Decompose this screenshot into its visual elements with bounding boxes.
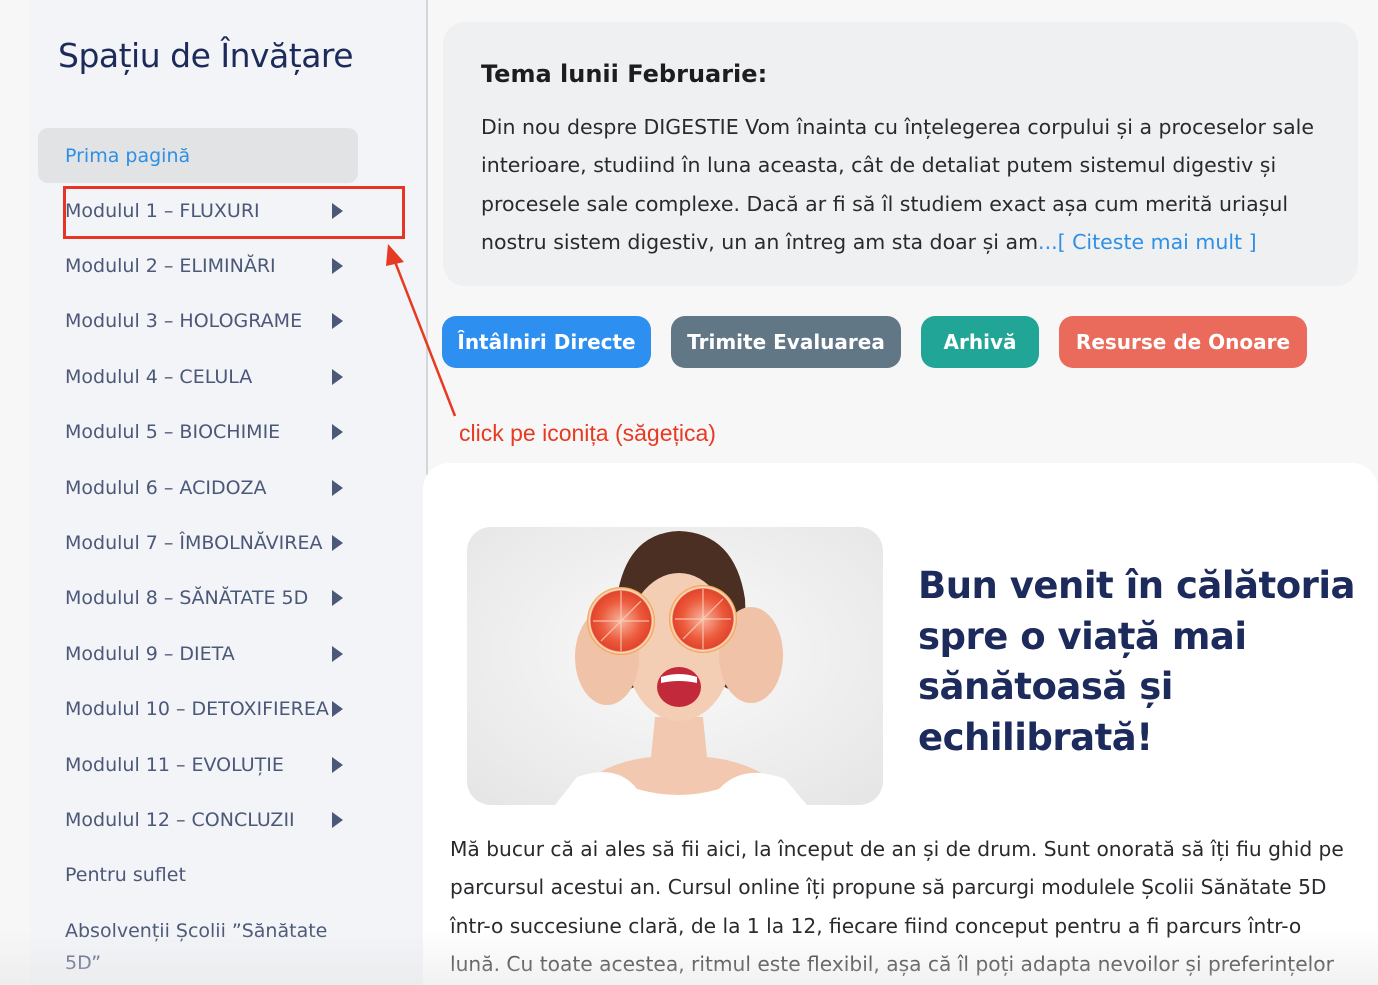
- caret-right-icon[interactable]: [332, 756, 343, 773]
- sidebar-item-label: Absolvenții Școlii ”Sănătate 5D”: [65, 920, 328, 975]
- sidebar-item-label: Pentru suflet: [65, 864, 186, 887]
- hero-image: [467, 527, 883, 805]
- sidebar-item-module-11[interactable]: Modulul 11 – EVOLUȚIE: [38, 737, 358, 792]
- sidebar-item-label: Modulul 5 – BIOCHIMIE: [65, 421, 281, 444]
- sidebar-item-module-10[interactable]: Modulul 10 – DETOXIFIEREA: [38, 682, 358, 737]
- read-more-link[interactable]: ...[ Citeste mai mult ]: [1038, 230, 1257, 254]
- sidebar-item-home[interactable]: Prima pagină: [38, 128, 358, 183]
- page: Spațiu de Învățare Prima pagină Modulul …: [0, 0, 1378, 985]
- caret-right-icon[interactable]: [332, 313, 343, 330]
- sidebar-item-label: Modulul 6 – ACIDOZA: [65, 476, 267, 499]
- archive-button[interactable]: Arhivă: [921, 316, 1039, 368]
- sidebar-item-module-3[interactable]: Modulul 3 – HOLOGRAME: [38, 294, 358, 349]
- caret-right-icon[interactable]: [332, 645, 343, 662]
- welcome-card: Bun venit în călătoria spre o viață mai …: [423, 463, 1378, 985]
- sidebar-item-label: Modulul 8 – SĂNĂTATE 5D: [65, 587, 309, 610]
- meetings-button[interactable]: Întâlniri Directe: [442, 316, 651, 368]
- sidebar-item-module-5[interactable]: Modulul 5 – BIOCHIMIE: [38, 405, 358, 460]
- caret-right-icon[interactable]: [332, 535, 343, 552]
- sidebar-item-module-2[interactable]: Modulul 2 – ELIMINĂRI: [38, 238, 358, 293]
- sidebar-item-module-6[interactable]: Modulul 6 – ACIDOZA: [38, 460, 358, 515]
- welcome-heading: Bun venit în călătoria spre o viață mai …: [918, 564, 1356, 759]
- sidebar-item-label: Modulul 7 – ÎMBOLNĂVIREA: [65, 532, 323, 555]
- annotation-text: click pe iconița (săgețica): [459, 420, 716, 446]
- theme-title: Tema lunii Februarie:: [481, 60, 768, 88]
- sidebar-item-label: Modulul 4 – CELULA: [65, 365, 253, 388]
- sidebar-nav: Prima pagină Modulul 1 – FLUXURI Modulul…: [38, 128, 358, 975]
- caret-right-icon[interactable]: [332, 258, 343, 275]
- intro-paragraph: Mă bucur că ai ales să fii aici, la înce…: [450, 837, 1344, 976]
- caret-right-icon[interactable]: [332, 368, 343, 385]
- caret-right-icon[interactable]: [332, 479, 343, 496]
- sidebar-item-module-4[interactable]: Modulul 4 – CELULA: [38, 349, 358, 404]
- sidebar-item-label: Modulul 11 – EVOLUȚIE: [65, 753, 284, 776]
- monthly-theme-card: Tema lunii Februarie: Din nou despre DIG…: [443, 22, 1358, 286]
- sidebar-item-label: Prima pagină: [65, 144, 191, 167]
- sidebar-item-label: Modulul 2 – ELIMINĂRI: [65, 255, 276, 278]
- sidebar-title: Spațiu de Învățare: [58, 36, 354, 75]
- theme-text: Din nou despre DIGESTIE Vom înainta cu î…: [481, 108, 1341, 261]
- caret-right-icon[interactable]: [332, 811, 343, 828]
- sidebar-item-label: Modulul 12 – CONCLUZII: [65, 808, 295, 831]
- resources-button[interactable]: Resurse de Onoare: [1059, 316, 1307, 368]
- sidebar-item-label: Modulul 10 – DETOXIFIEREA: [65, 698, 329, 721]
- sidebar-item-module-8[interactable]: Modulul 8 – SĂNĂTATE 5D: [38, 571, 358, 626]
- sidebar-item-module-9[interactable]: Modulul 9 – DIETA: [38, 626, 358, 681]
- woman-grapefruit-illustration: [467, 527, 883, 805]
- caret-right-icon[interactable]: [332, 590, 343, 607]
- annotation-highlight-box: [63, 186, 405, 239]
- sidebar-item-module-12[interactable]: Modulul 12 – CONCLUZII: [38, 792, 358, 847]
- evaluation-button[interactable]: Trimite Evaluarea: [671, 316, 901, 368]
- sidebar-item-label: Modulul 9 – DIETA: [65, 642, 235, 665]
- sidebar-item-module-7[interactable]: Modulul 7 – ÎMBOLNĂVIREA: [38, 515, 358, 570]
- sidebar-item-label: Modulul 3 – HOLOGRAME: [65, 310, 303, 333]
- sidebar-item-pentru-suflet[interactable]: Pentru suflet: [38, 848, 358, 903]
- caret-right-icon[interactable]: [332, 701, 343, 718]
- sidebar-item-absolventi[interactable]: Absolvenții Școlii ”Sănătate 5D”: [38, 903, 358, 975]
- caret-right-icon[interactable]: [332, 424, 343, 441]
